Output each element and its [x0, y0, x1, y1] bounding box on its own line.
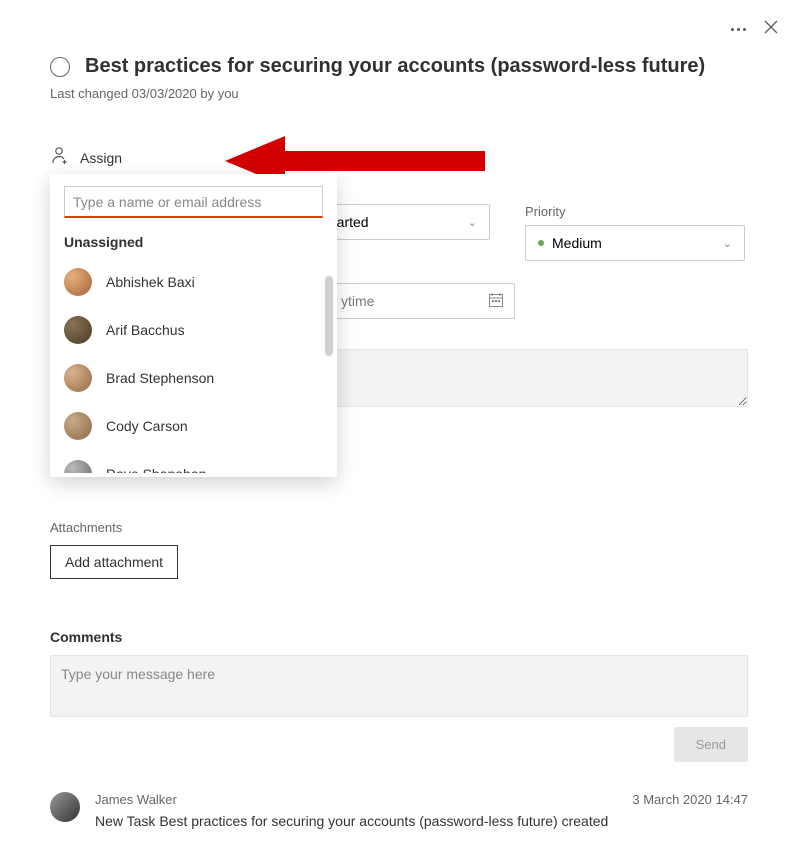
person-name: Brad Stephenson — [106, 370, 214, 386]
assign-person-item[interactable]: Arif Bacchus — [50, 306, 337, 354]
comment-item: James Walker 3 March 2020 14:47 New Task… — [50, 792, 748, 829]
person-add-icon — [50, 145, 70, 170]
priority-select[interactable]: Medium ⌄ — [525, 225, 745, 261]
person-name: Arif Bacchus — [106, 322, 185, 338]
comments-label: Comments — [50, 629, 748, 645]
task-title: Best practices for securing your account… — [85, 55, 705, 78]
comment-time: 3 March 2020 14:47 — [632, 792, 748, 807]
comment-input[interactable] — [61, 666, 737, 698]
avatar — [64, 460, 92, 473]
chevron-down-icon: ⌄ — [468, 216, 477, 229]
more-actions-button[interactable] — [731, 28, 746, 31]
comment-text: New Task Best practices for securing you… — [95, 813, 748, 829]
assign-unassigned-header: Unassigned — [50, 226, 337, 258]
last-changed-text: Last changed 03/03/2020 by you — [50, 86, 748, 101]
scrollbar[interactable] — [325, 276, 333, 356]
attachments-label: Attachments — [50, 520, 748, 535]
assign-label: Assign — [80, 150, 122, 166]
assign-people-list: Abhishek Baxi Arif Bacchus Brad Stephens… — [50, 258, 337, 473]
complete-toggle[interactable] — [50, 57, 70, 77]
avatar — [64, 412, 92, 440]
calendar-icon — [488, 292, 504, 311]
priority-dot-icon — [538, 240, 544, 246]
assign-person-item[interactable]: Brad Stephenson — [50, 354, 337, 402]
assign-search-input[interactable] — [64, 186, 323, 218]
person-name: Abhishek Baxi — [106, 274, 195, 290]
person-name: Dave Shanahan — [106, 466, 206, 473]
assign-person-item[interactable]: Dave Shanahan — [50, 450, 337, 473]
due-date-picker[interactable]: ytime — [330, 283, 515, 319]
avatar — [64, 316, 92, 344]
title-row: Best practices for securing your account… — [50, 55, 748, 78]
assign-person-item[interactable]: Abhishek Baxi — [50, 258, 337, 306]
send-button[interactable]: Send — [674, 727, 748, 762]
add-attachment-button[interactable]: Add attachment — [50, 545, 178, 579]
due-date-value: ytime — [341, 293, 478, 309]
avatar — [64, 268, 92, 296]
avatar — [64, 364, 92, 392]
person-name: Cody Carson — [106, 418, 188, 434]
comment-author: James Walker — [95, 792, 177, 807]
priority-label: Priority — [525, 204, 745, 219]
assign-dropdown: Unassigned Abhishek Baxi Arif Bacchus Br… — [50, 174, 337, 477]
priority-value: Medium — [552, 235, 602, 251]
assign-person-item[interactable]: Cody Carson — [50, 402, 337, 450]
close-button[interactable] — [764, 20, 778, 39]
avatar — [50, 792, 80, 822]
chevron-down-icon: ⌄ — [723, 237, 732, 250]
assign-button[interactable]: Assign — [50, 141, 122, 174]
